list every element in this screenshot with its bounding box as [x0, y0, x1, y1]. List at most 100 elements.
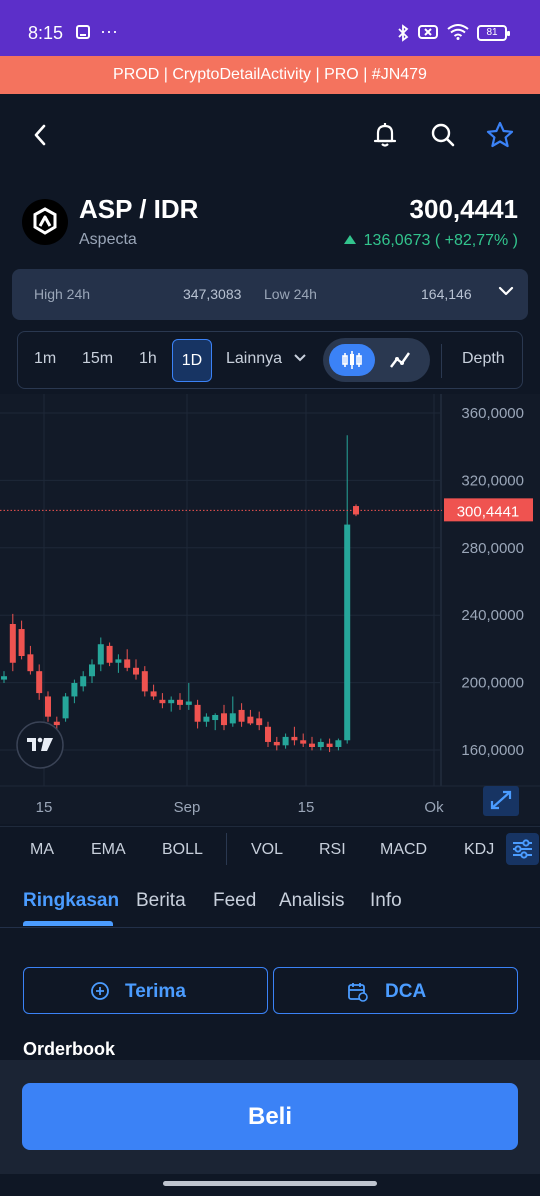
- tradingview-logo[interactable]: [16, 721, 64, 769]
- asset-price: 300,4441: [409, 194, 518, 224]
- y-tick-label: 240,0000: [461, 607, 524, 624]
- candle: [9, 613, 16, 672]
- price-change-value: 136,0673 ( +82,77% ): [363, 232, 518, 249]
- candlestick-chart[interactable]: 360,0000 320,0000 280,0000 240,0000 200,0000…: [0, 394, 540, 824]
- tab-feed[interactable]: Feed: [213, 890, 256, 912]
- svg-text:300,4441: 300,4441: [457, 503, 520, 520]
- last-price-label: 300,4441: [444, 498, 533, 522]
- expand-icon[interactable]: [483, 786, 519, 816]
- price-chart[interactable]: 360,0000 320,0000 280,0000 240,0000 200,0000…: [0, 394, 540, 824]
- app-bar: [0, 94, 540, 176]
- candle: [265, 721, 271, 747]
- y-tick-label: 360,0000: [461, 405, 524, 422]
- chevron-down-icon[interactable]: [498, 283, 514, 302]
- timeframe-1d[interactable]: 1D: [172, 339, 212, 382]
- candle: [141, 666, 148, 697]
- indicator-boll[interactable]: BOLL: [162, 841, 203, 859]
- y-tick-label: 280,0000: [461, 540, 524, 557]
- stats-panel[interactable]: High 24h 347,3083 Low 24h 164,146: [12, 269, 528, 320]
- chart-type-toggle: [323, 338, 430, 382]
- indicator-vol[interactable]: VOL: [251, 841, 283, 859]
- tab-berita[interactable]: Berita: [136, 890, 186, 912]
- candle: [150, 684, 157, 700]
- x-tick-label: Ok: [424, 799, 444, 816]
- bottom-bar: Beli: [0, 1060, 540, 1196]
- candle: [317, 738, 324, 751]
- line-chart-icon: [390, 352, 410, 368]
- indicator-kdj[interactable]: KDJ: [464, 841, 494, 859]
- line-mode-button[interactable]: [387, 347, 413, 378]
- candle: [238, 703, 245, 727]
- candle: [106, 642, 113, 667]
- candle: [27, 645, 34, 675]
- candle: [159, 693, 166, 709]
- timeframe-1h[interactable]: 1h: [139, 350, 157, 368]
- aspecta-logo: [22, 199, 68, 245]
- candle: [221, 704, 227, 731]
- high-24h-value: 347,3083: [183, 286, 242, 302]
- candle: [115, 654, 122, 673]
- candle: [36, 664, 43, 700]
- candle: [282, 733, 289, 749]
- bluetooth-icon: [396, 24, 410, 47]
- candle: [97, 637, 104, 672]
- candle: [1, 671, 7, 683]
- tab-ringkasan[interactable]: Ringkasan: [23, 890, 119, 912]
- mute-icon: [418, 24, 438, 45]
- candle: [71, 679, 78, 704]
- candle: [247, 709, 254, 726]
- divider: [226, 833, 227, 865]
- asset-name: Aspecta: [79, 231, 137, 248]
- y-tick-label: 200,0000: [461, 675, 524, 692]
- buy-button[interactable]: Beli: [22, 1083, 518, 1150]
- receive-button[interactable]: Terima: [23, 967, 268, 1014]
- candle: [62, 693, 69, 722]
- calendar-icon: [348, 983, 368, 1002]
- receive-button-label: Terima: [125, 981, 186, 1002]
- timeframe-15m[interactable]: 15m: [82, 350, 113, 368]
- star-icon[interactable]: [485, 120, 515, 150]
- candle: [18, 620, 25, 660]
- candlestick-mode-button[interactable]: [329, 344, 375, 376]
- environment-banner: PROD | CryptoDetailActivity | PRO | #JN4…: [0, 56, 540, 94]
- tab-info[interactable]: Info: [370, 890, 402, 912]
- timeframe-1m[interactable]: 1m: [34, 350, 56, 368]
- asset-pair: ASP / IDR: [79, 194, 199, 224]
- indicator-rsi[interactable]: RSI: [319, 841, 346, 859]
- back-icon[interactable]: [26, 120, 56, 150]
- y-tick-label: 320,0000: [461, 472, 524, 489]
- more-notifications-icon: ···: [100, 21, 118, 41]
- indicator-bar: MA EMA BOLL VOL RSI MACD KDJ: [0, 826, 540, 870]
- candlestick-icon: [342, 351, 362, 369]
- low-24h-label: Low 24h: [264, 286, 317, 302]
- candle: [229, 696, 236, 727]
- candle: [291, 726, 298, 746]
- candle: [45, 691, 51, 722]
- timeframe-more-label: Lainnya: [226, 350, 283, 367]
- candle: [177, 693, 183, 710]
- indicator-ma[interactable]: MA: [30, 841, 54, 859]
- x-tick-label: 15: [36, 799, 53, 816]
- asset-header: ASP / IDR Aspecta 300,4441 136,0673 ( +8…: [0, 180, 540, 260]
- tab-analisis[interactable]: Analisis: [279, 890, 344, 912]
- depth-button[interactable]: Depth: [462, 350, 505, 368]
- wifi-icon: [447, 24, 469, 45]
- orderbook-title: Orderbook: [23, 1039, 116, 1059]
- search-icon[interactable]: [428, 120, 458, 150]
- indicator-settings-button[interactable]: [506, 833, 539, 865]
- home-indicator[interactable]: [163, 1181, 377, 1186]
- chevron-down-icon: [293, 354, 306, 362]
- plus-circle-icon: [91, 982, 109, 1000]
- indicator-macd[interactable]: MACD: [380, 841, 427, 859]
- candle: [89, 659, 95, 683]
- candle: [124, 649, 131, 672]
- timeframe-bar: 1m 15m 1h 1D Lainnya Depth: [17, 331, 523, 389]
- x-tick-label: 15: [298, 799, 315, 816]
- dca-button[interactable]: DCA: [273, 967, 518, 1014]
- timeframe-more[interactable]: Lainnya: [226, 350, 307, 368]
- dca-button-label: DCA: [385, 981, 427, 1002]
- bell-icon[interactable]: [370, 120, 400, 150]
- indicator-ema[interactable]: EMA: [91, 841, 126, 859]
- screenshot-notification-icon: [75, 24, 91, 45]
- content-tabs: Ringkasan Berita Feed Analisis Info: [0, 872, 540, 928]
